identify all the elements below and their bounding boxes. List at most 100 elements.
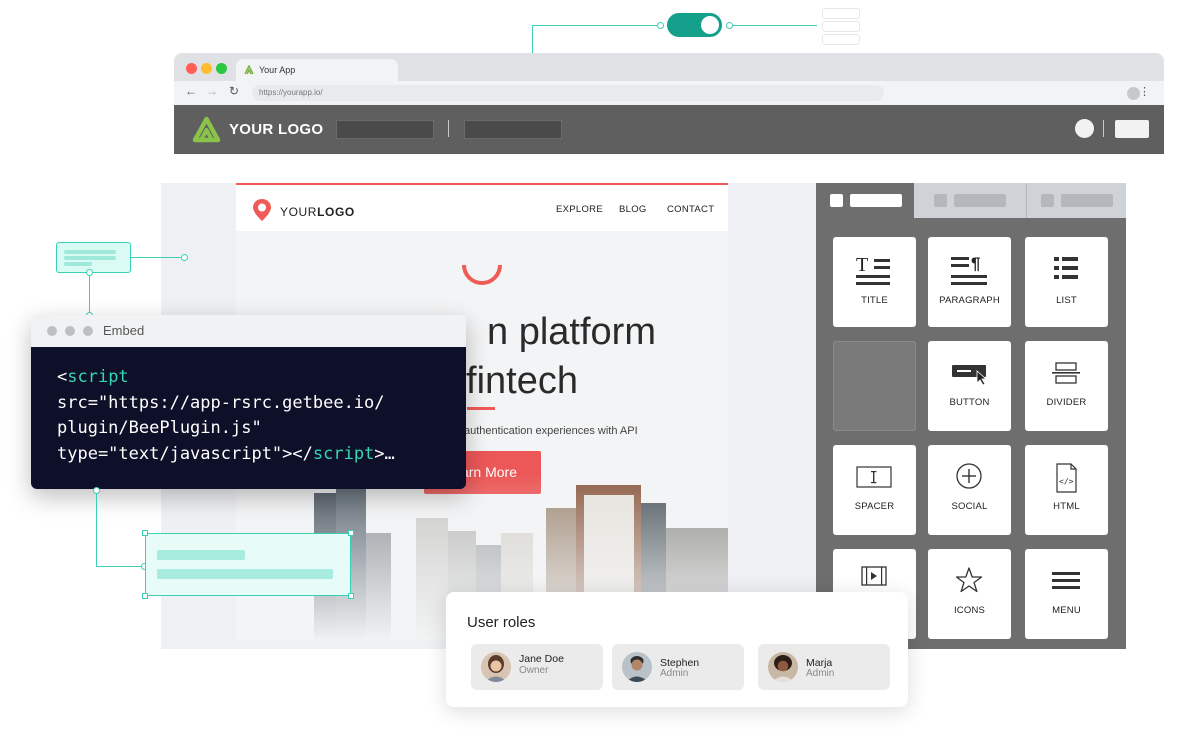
embed-title: Embed: [103, 323, 145, 338]
connector-dot: [657, 22, 664, 29]
app-favicon-icon: [244, 65, 254, 75]
tab-label-placeholder: [1061, 194, 1113, 207]
address-bar-row: ← → ↻ https://yourapp.io/ ⋮: [174, 81, 1164, 105]
connector-line: [96, 494, 97, 566]
resize-handle[interactable]: [348, 530, 354, 536]
code-line: src="https://app-rsrc.getbee.io/: [57, 392, 385, 413]
browser-menu-icon[interactable]: ⋮: [1139, 85, 1150, 98]
block-divider[interactable]: DIVIDER: [1025, 341, 1108, 431]
connector-dot: [86, 269, 93, 276]
nav-blog[interactable]: BLOG: [619, 204, 647, 215]
server-stack-icon: [822, 8, 860, 45]
back-arrow-icon[interactable]: ←: [185, 84, 197, 98]
placeholder-line: [64, 262, 92, 266]
nav-placeholder[interactable]: [336, 120, 434, 139]
browser-tab[interactable]: Your App: [236, 59, 398, 83]
divider-icon: [1052, 362, 1080, 384]
list-icon: [1054, 257, 1078, 279]
block-label: SPACER: [854, 501, 895, 512]
user-avatar[interactable]: [1075, 119, 1094, 138]
block-title[interactable]: T TITLE: [833, 237, 916, 327]
html-icon: </>: [1056, 463, 1077, 493]
block-label: TITLE: [861, 295, 888, 306]
content-blocks-panel: T TITLE ¶ PARAGRAPH LIST BUTTON DIVIDER …: [816, 183, 1126, 649]
tab-label-placeholder: [954, 194, 1006, 207]
social-icon: [956, 463, 982, 489]
block-icons[interactable]: ICONS: [928, 549, 1011, 639]
placeholder-line: [157, 550, 245, 560]
site-logo-regular: YOUR: [280, 205, 318, 219]
app-header: YOUR LOGO: [174, 105, 1164, 154]
block-list[interactable]: LIST: [1025, 237, 1108, 327]
tab-rows[interactable]: [916, 183, 1024, 218]
block-paragraph[interactable]: ¶ PARAGRAPH: [928, 237, 1011, 327]
empty-block-slot: [833, 341, 916, 431]
user-name: Jane Doe: [519, 653, 564, 665]
minimize-window-button[interactable]: [201, 63, 212, 74]
maximize-window-button[interactable]: [216, 63, 227, 74]
action-button[interactable]: [1115, 120, 1149, 138]
resize-handle[interactable]: [142, 530, 148, 536]
title-icon: T: [856, 254, 890, 285]
block-spacer[interactable]: SPACER: [833, 445, 916, 535]
user-role: Admin: [806, 668, 835, 679]
code-token: type="text/javascript"></: [57, 443, 313, 464]
embed-titlebar: Embed: [31, 315, 466, 347]
user-chip[interactable]: Stephen Admin: [612, 644, 744, 690]
nav-placeholder[interactable]: [464, 120, 562, 139]
nav-contact[interactable]: CONTACT: [667, 204, 714, 215]
forward-arrow-icon[interactable]: →: [206, 84, 218, 98]
url-field[interactable]: https://yourapp.io/: [252, 85, 884, 101]
code-token: <: [57, 367, 68, 387]
connector-line: [89, 276, 90, 316]
site-logo: YOURLOGO: [280, 205, 355, 219]
block-html[interactable]: </> HTML: [1025, 445, 1108, 535]
brand-arc-icon: [462, 264, 502, 285]
avatar: [481, 652, 511, 682]
tab-icon: [830, 194, 843, 207]
star-icon: [955, 567, 983, 593]
site-logo-bold: LOGO: [317, 205, 355, 219]
divider: [1103, 120, 1104, 137]
feature-toggle[interactable]: [667, 13, 722, 37]
user-roles-card: User roles Jane Doe Owner Stephen Admin …: [446, 592, 908, 707]
nav-explore[interactable]: EXPLORE: [556, 204, 603, 215]
site-header: YOURLOGO EXPLORE BLOG CONTACT: [236, 185, 728, 231]
menu-icon: [1052, 572, 1080, 589]
embed-code-snippet[interactable]: <script src="https://app-rsrc.getbee.io/…: [31, 347, 466, 489]
resize-handle[interactable]: [348, 593, 354, 599]
text-block-widget[interactable]: [56, 242, 131, 273]
code-keyword: script: [67, 367, 129, 387]
block-menu[interactable]: MENU: [1025, 549, 1108, 639]
block-label: LIST: [1056, 295, 1077, 306]
user-role: Admin: [660, 668, 689, 679]
code-token: >…: [374, 443, 395, 464]
logo-icon: [192, 116, 221, 143]
block-social[interactable]: SOCIAL: [928, 445, 1011, 535]
tab-icon: [934, 194, 947, 207]
embed-code-window: Embed <script src="https://app-rsrc.getb…: [31, 315, 466, 489]
svg-text:</>: </>: [1059, 477, 1074, 486]
connector-dot: [181, 254, 188, 261]
connector-line: [131, 257, 184, 258]
reload-icon[interactable]: ↻: [229, 84, 239, 98]
window-dot: [83, 326, 93, 336]
tab-icon: [1041, 194, 1054, 207]
tab-settings[interactable]: [1026, 183, 1127, 218]
toggle-knob: [701, 16, 719, 34]
block-label: SOCIAL: [951, 501, 988, 512]
user-chip[interactable]: Marja Admin: [758, 644, 890, 690]
resize-handle[interactable]: [142, 593, 148, 599]
tab-content[interactable]: [816, 183, 914, 218]
placeholder-line: [64, 256, 116, 260]
connector-line: [733, 25, 817, 26]
block-button[interactable]: BUTTON: [928, 341, 1011, 431]
selected-text-block[interactable]: [145, 533, 351, 596]
close-window-button[interactable]: [186, 63, 197, 74]
user-chip[interactable]: Jane Doe Owner: [471, 644, 603, 690]
location-pin-icon: [253, 199, 271, 221]
block-label: PARAGRAPH: [939, 295, 1000, 306]
tab-label-placeholder: [850, 194, 902, 207]
connector-line: [96, 566, 142, 567]
code-line: plugin/BeePlugin.js": [57, 418, 262, 438]
